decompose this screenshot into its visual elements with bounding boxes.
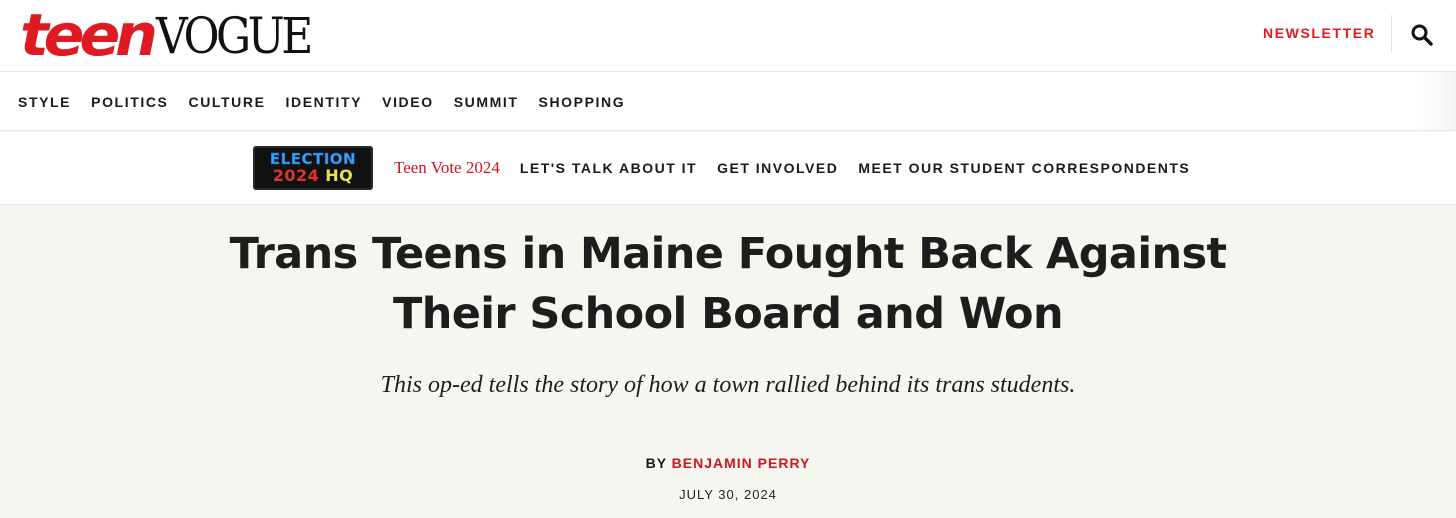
nav-item-shopping[interactable]: SHOPPING: [539, 92, 626, 110]
author-link[interactable]: BENJAMIN PERRY: [672, 455, 811, 471]
nav-item-politics[interactable]: POLITICS: [91, 92, 168, 110]
sub-nav-teen-vote[interactable]: Teen Vote 2024: [394, 158, 500, 178]
article-headline: Trans Teens in Maine Fought Back Against…: [228, 224, 1228, 344]
nav-item-style[interactable]: STYLE: [18, 92, 71, 110]
election-hq-badge[interactable]: ELECTION 2024 HQ: [253, 146, 373, 190]
main-nav: STYLE POLITICS CULTURE IDENTITY VIDEO SU…: [0, 72, 1456, 131]
search-button[interactable]: [1410, 23, 1434, 47]
teen-vogue-logo[interactable]: teen VOGUE: [20, 4, 331, 64]
nav-item-summit[interactable]: SUMMIT: [454, 92, 519, 110]
search-icon: [1411, 24, 1433, 46]
nav-scroll-fade: [1416, 72, 1456, 130]
site-header: teen VOGUE NEWSLETTER: [0, 0, 1456, 72]
header-divider: [1391, 15, 1392, 53]
headline-line-2: Their School Board and Won: [392, 289, 1064, 339]
sub-nav-student-correspondents[interactable]: MEET OUR STUDENT CORRESPONDENTS: [858, 160, 1190, 176]
newsletter-link[interactable]: NEWSLETTER: [1263, 25, 1375, 41]
sub-nav-get-involved[interactable]: GET INVOLVED: [717, 160, 838, 176]
nav-item-identity[interactable]: IDENTITY: [286, 92, 363, 110]
badge-second-line: 2024 HQ: [273, 167, 354, 184]
headline-line-1: Trans Teens in Maine Fought Back Against: [229, 229, 1227, 279]
nav-item-culture[interactable]: CULTURE: [188, 92, 265, 110]
logo-vogue-wordmark: VOGUE: [155, 7, 313, 65]
nav-item-video[interactable]: VIDEO: [382, 92, 434, 110]
badge-hq-text: HQ: [325, 166, 354, 185]
byline-prefix: BY: [645, 455, 667, 471]
sub-nav-lets-talk[interactable]: LET'S TALK ABOUT IT: [520, 160, 697, 176]
publish-date: JULY 30, 2024: [679, 487, 777, 502]
badge-election-text: ELECTION: [269, 150, 357, 168]
byline: BY BENJAMIN PERRY: [528, 455, 928, 471]
sub-nav-links: Teen Vote 2024 LET'S TALK ABOUT IT GET I…: [394, 132, 1210, 204]
logo-teen-wordmark: teen: [20, 1, 158, 69]
article-hero: Trans Teens in Maine Fought Back Against…: [0, 206, 1456, 518]
badge-year-text: 2024: [272, 166, 320, 185]
article-dek: This op-ed tells the story of how a town…: [380, 372, 1076, 398]
election-sub-nav: ELECTION 2024 HQ Teen Vote 2024 LET'S TA…: [0, 132, 1456, 205]
